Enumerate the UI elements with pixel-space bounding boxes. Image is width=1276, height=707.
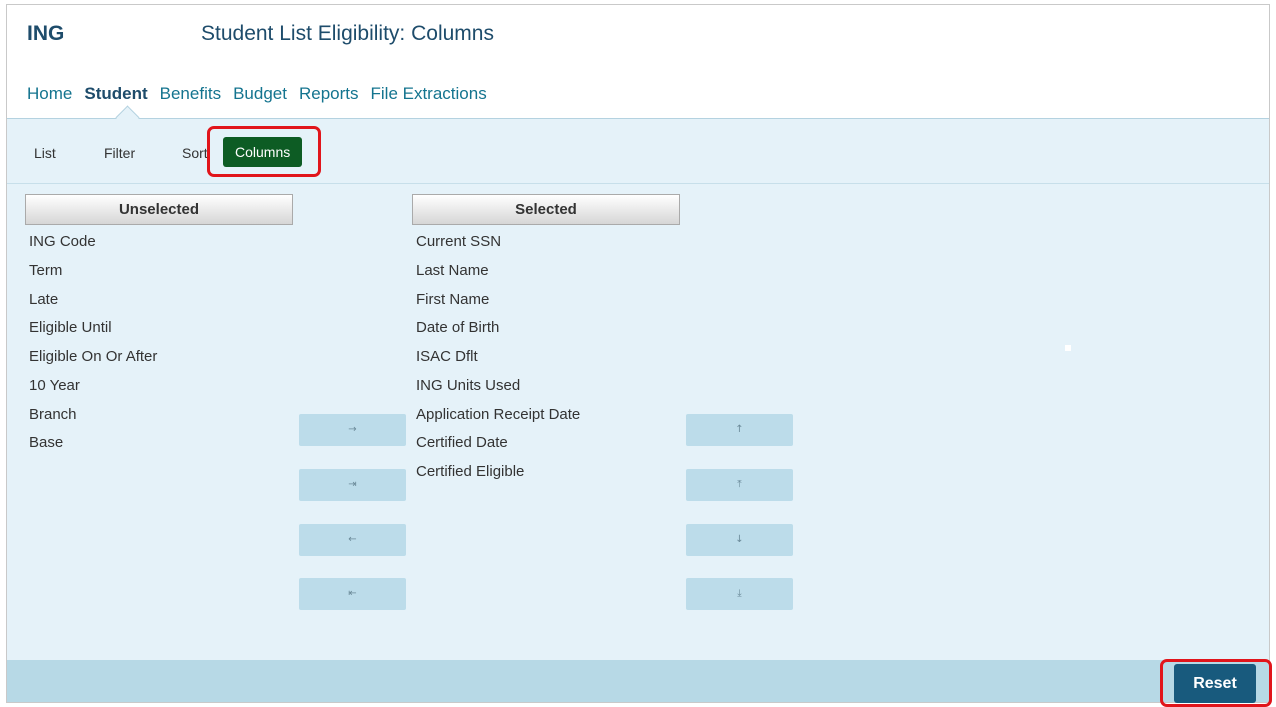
unselected-list: ING Code Term Late Eligible Until Eligib… — [29, 232, 157, 462]
app-window: ING Student List Eligibility: Columns Ho… — [6, 4, 1270, 703]
selected-item[interactable]: Date of Birth — [416, 318, 580, 347]
unselected-item[interactable]: Eligible On Or After — [29, 347, 157, 376]
selected-item[interactable]: Certified Eligible — [416, 462, 580, 491]
nav-benefits[interactable]: Benefits — [160, 84, 221, 108]
arrow-to-top-icon: ⤒ — [737, 479, 742, 490]
columns-tab-highlight — [207, 126, 321, 177]
selected-item[interactable]: Certified Date — [416, 433, 580, 462]
selected-item[interactable]: Current SSN — [416, 232, 580, 261]
move-to-top-button[interactable]: ⤒ — [686, 469, 793, 501]
page-title: Student List Eligibility: Columns — [201, 22, 494, 45]
selected-header: Selected — [412, 194, 680, 225]
move-up-button[interactable]: ↑ — [686, 414, 793, 446]
subtab-sort[interactable]: Sort — [182, 145, 208, 161]
unselected-header: Unselected — [25, 194, 293, 225]
add-all-columns-button[interactable]: ⇥ — [299, 469, 406, 501]
arrow-up-icon: ↑ — [735, 424, 744, 435]
nav-student[interactable]: Student — [84, 84, 147, 108]
selected-item[interactable]: ING Units Used — [416, 376, 580, 405]
unselected-item[interactable]: Term — [29, 261, 157, 290]
arrow-to-bottom-icon: ⤓ — [737, 588, 742, 599]
add-column-button[interactable]: → — [299, 414, 406, 446]
arrow-right-icon: → — [348, 424, 357, 435]
selected-item[interactable]: Last Name — [416, 261, 580, 290]
footer-bar — [7, 660, 1269, 702]
nav-reports[interactable]: Reports — [299, 84, 359, 108]
unselected-item[interactable]: ING Code — [29, 232, 157, 261]
subnav-divider — [7, 183, 1269, 184]
move-to-bottom-button[interactable]: ⤓ — [686, 578, 793, 610]
reset-button-highlight — [1160, 659, 1272, 707]
unselected-item[interactable]: Eligible Until — [29, 318, 157, 347]
selected-list: Current SSN Last Name First Name Date of… — [416, 232, 580, 491]
app-code: ING — [27, 22, 65, 45]
unselected-item[interactable]: Branch — [29, 405, 157, 434]
remove-column-button[interactable]: ← — [299, 524, 406, 556]
stray-pixel — [1065, 345, 1071, 351]
unselected-item[interactable]: 10 Year — [29, 376, 157, 405]
unselected-item[interactable]: Base — [29, 433, 157, 462]
selected-item[interactable]: First Name — [416, 290, 580, 319]
arrow-left-icon: ← — [348, 534, 357, 545]
nav-home[interactable]: Home — [27, 84, 72, 108]
move-down-button[interactable]: ↓ — [686, 524, 793, 556]
selected-item[interactable]: Application Receipt Date — [416, 405, 580, 434]
arrow-left-to-bar-icon: ⇤ — [348, 588, 357, 599]
arrow-right-to-bar-icon: ⇥ — [348, 479, 357, 490]
nav-file-extractions[interactable]: File Extractions — [371, 84, 487, 108]
subtab-filter[interactable]: Filter — [104, 145, 135, 161]
unselected-item[interactable]: Late — [29, 290, 157, 319]
remove-all-columns-button[interactable]: ⇤ — [299, 578, 406, 610]
nav-budget[interactable]: Budget — [233, 84, 287, 108]
selected-item[interactable]: ISAC Dflt — [416, 347, 580, 376]
subtab-list[interactable]: List — [34, 145, 56, 161]
arrow-down-icon: ↓ — [735, 534, 744, 545]
top-nav: Home Student Benefits Budget Reports Fil… — [27, 84, 499, 108]
